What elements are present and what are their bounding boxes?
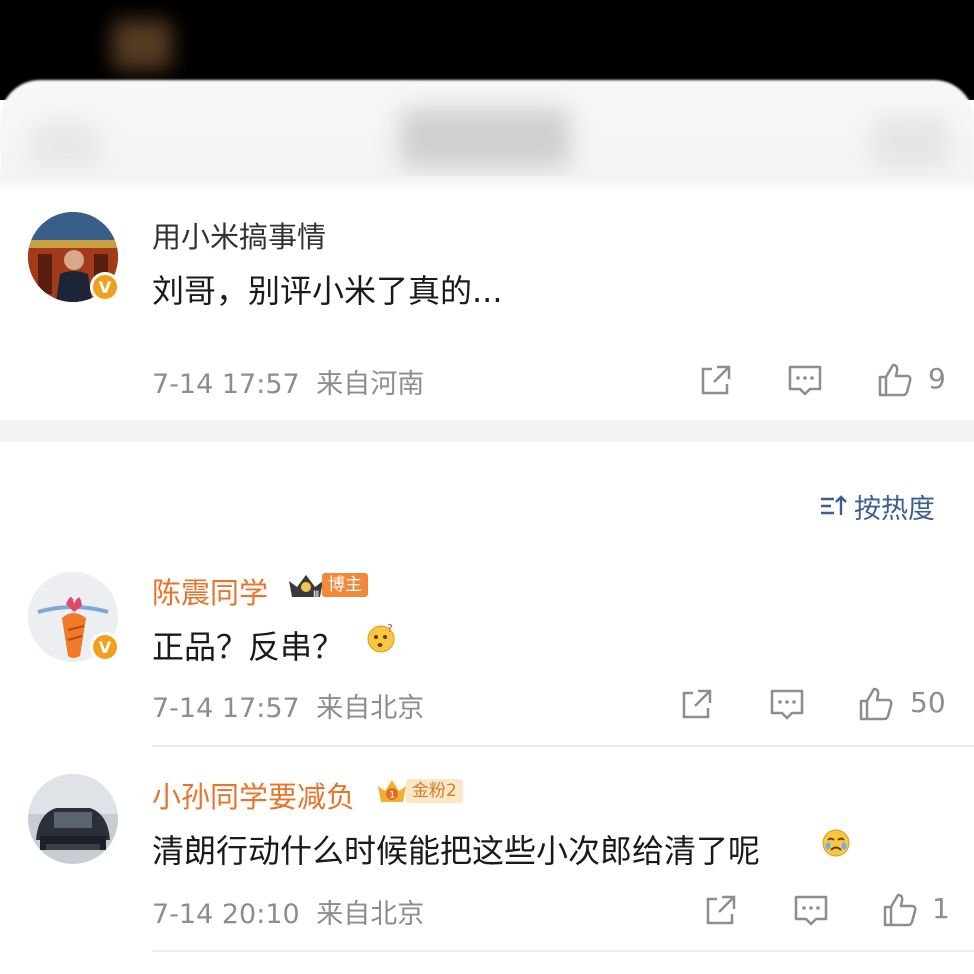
- comment-username[interactable]: 陈震同学: [152, 570, 268, 612]
- back-button[interactable]: [30, 120, 100, 170]
- comment-text: 正品？反串？: [152, 622, 344, 668]
- more-button[interactable]: [870, 115, 950, 170]
- thinking-emoji-icon: ?: [365, 622, 397, 654]
- comment-location: 来自北京: [316, 693, 425, 724]
- comment-meta: 7-14 20:10 来自北京: [152, 892, 424, 931]
- crown-icon: 1: [378, 780, 406, 802]
- avatar-image: [28, 774, 118, 864]
- comment-location: 来自北京: [316, 899, 425, 930]
- like-count: 50: [910, 686, 946, 719]
- comment-text-content: 正品？反串？: [152, 628, 345, 666]
- avatar[interactable]: [28, 774, 118, 864]
- like-icon[interactable]: [857, 685, 895, 723]
- comment-text: 清朗行动什么时候能把这些小次郎给清了呢: [152, 826, 760, 872]
- comment-time: 7-14 20:10: [152, 899, 300, 930]
- comment-text: 刘哥，别评小米了真的...: [152, 272, 503, 310]
- badge-label: 博主: [322, 573, 368, 597]
- comment-meta: 7-14 17:57 来自河南: [152, 362, 424, 401]
- comment-time: 7-14 17:57: [152, 369, 300, 400]
- comment-icon[interactable]: [792, 891, 830, 929]
- page-title-blurred: [400, 108, 570, 168]
- sort-label: 按热度: [854, 493, 935, 525]
- badge-level: Ⅲ: [313, 590, 319, 600]
- verified-badge: V: [90, 632, 120, 662]
- comment-location: 来自河南: [316, 369, 425, 400]
- header-fade: [0, 176, 974, 194]
- share-icon[interactable]: [702, 891, 740, 929]
- comment-username[interactable]: 小孙同学要减负: [152, 774, 355, 816]
- comment-username[interactable]: 用小米搞事情: [152, 214, 326, 256]
- sort-by-hot-button[interactable]: 按热度: [818, 488, 935, 525]
- comment-separator: [152, 950, 974, 952]
- badge-label: 金粉2: [406, 779, 463, 803]
- like-icon[interactable]: [876, 361, 914, 399]
- blurred-thumbnail: [112, 20, 172, 70]
- like-count: 1: [932, 892, 950, 925]
- like-icon[interactable]: [881, 891, 919, 929]
- comment-icon[interactable]: [786, 361, 824, 399]
- comment-icon[interactable]: [768, 685, 806, 723]
- share-icon[interactable]: [678, 685, 716, 723]
- share-icon[interactable]: [697, 361, 735, 399]
- fan-badge[interactable]: 1 金粉2: [376, 778, 463, 804]
- section-divider: [0, 420, 974, 442]
- like-count: 9: [928, 362, 946, 395]
- verified-badge: V: [90, 272, 120, 302]
- sort-icon: [821, 495, 847, 515]
- crying-emoji-icon: [820, 826, 852, 858]
- svg-text:?: ?: [387, 622, 393, 635]
- comment-time: 7-14 17:57: [152, 693, 300, 724]
- crown-icon: Ⅲ: [289, 575, 323, 600]
- comment-meta: 7-14 17:57 来自北京: [152, 686, 424, 725]
- blogger-badge[interactable]: Ⅲ 博主: [286, 572, 368, 600]
- comment-separator: [152, 745, 974, 747]
- badge-level: 1: [389, 790, 395, 801]
- comment-text-content: 清朗行动什么时候能把这些小次郎给清了呢: [152, 832, 761, 870]
